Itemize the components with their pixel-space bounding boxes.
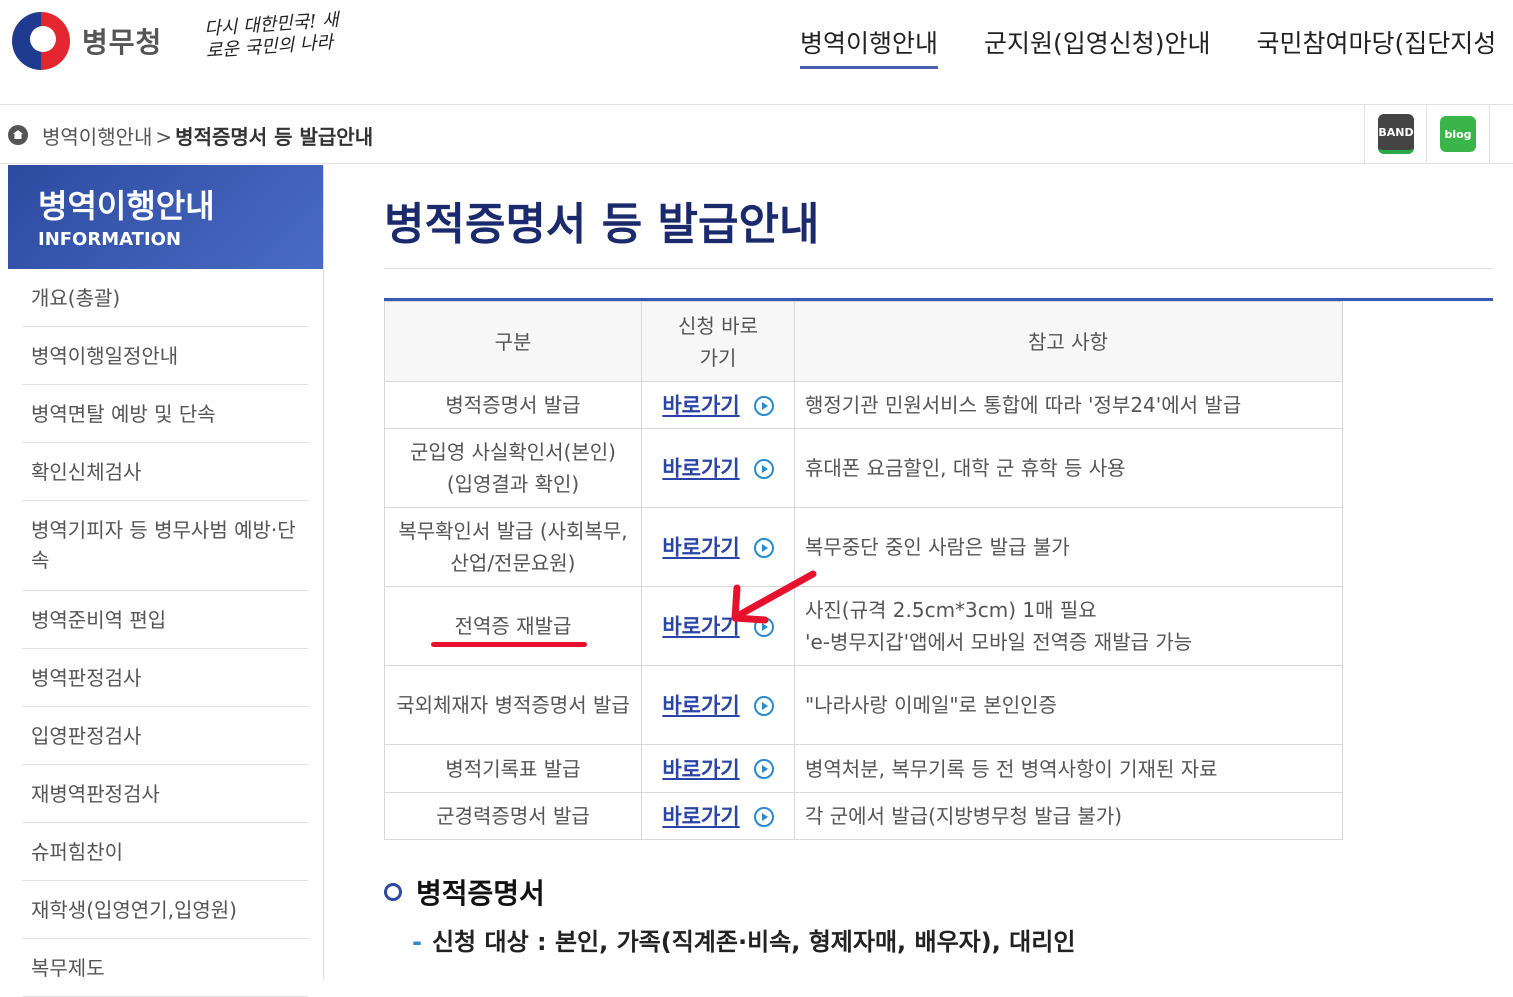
home-icon[interactable]	[8, 125, 28, 145]
sidebar-item-overview[interactable]: 개요(총괄)	[22, 269, 308, 327]
nav-item-participation[interactable]: 국민참여마당(집단지성	[1257, 24, 1497, 69]
row-note: 복무중단 중인 사람은 발급 불가	[794, 507, 1343, 587]
row-note-line2: 'e-병무지갑'앱에서 모바일 전역증 재발급 가능	[805, 630, 1193, 654]
title-divider	[384, 268, 1493, 269]
row-category: 군경력증명서 발급	[384, 792, 642, 840]
row-apply-cell: 바로가기	[641, 665, 795, 745]
row-apply-cell: 바로가기	[641, 381, 795, 429]
row-category: 국외체재자 병적증명서 발급	[384, 665, 642, 745]
row-apply-cell: 바로가기	[641, 428, 795, 508]
row-note: "나라사랑 이메일"로 본인인증	[794, 665, 1343, 745]
page-title: 병적증명서 등 발급안내	[384, 199, 820, 250]
arrow-circle-icon[interactable]	[753, 537, 774, 558]
column-header-category: 구분	[384, 301, 642, 382]
sidebar: 병역이행안내 INFORMATION 개요(총괄) 병역이행일정안내 병역면탈 …	[8, 165, 324, 997]
row-note: 행정기관 민원서비스 통합에 따라 '정부24'에서 발급	[794, 381, 1343, 429]
sidebar-item-rejudgment-exam[interactable]: 재병역판정검사	[22, 765, 308, 823]
row-note: 병역처분, 복무기록 등 전 병역사항이 기재된 자료	[794, 744, 1343, 793]
table-row: 전역증 재발급 바로가기 사진(규격 2.5cm*3cm) 1매 필요'e-병무…	[384, 586, 1343, 666]
red-underline-annotation	[431, 642, 587, 647]
row-note: 사진(규격 2.5cm*3cm) 1매 필요 'e-병무지갑'앱에서 모바일 전역…	[794, 586, 1343, 666]
sidebar-item-offender-prevention[interactable]: 병역기피자 등 병무사범 예방·단속	[22, 501, 308, 591]
issuance-table: 구분 신청 바로가기 참고 사항 병적증명서 발급 바로가기 행정기관 민원서비…	[384, 301, 1343, 840]
band-icon: BAND	[1378, 114, 1414, 154]
nav-item-enlistment[interactable]: 군지원(입영신청)안내	[984, 24, 1211, 69]
sidebar-item-schedule[interactable]: 병역이행일정안내	[22, 327, 308, 385]
sidebar-item-reserve-enrollment[interactable]: 병역준비역 편입	[22, 591, 308, 649]
shortcut-link[interactable]: 바로가기	[662, 694, 739, 718]
shortcut-link[interactable]: 바로가기	[662, 457, 739, 481]
row-note-line1: 사진(규격 2.5cm*3cm) 1매 필요	[805, 598, 1097, 622]
shortcut-link[interactable]: 바로가기	[662, 805, 739, 829]
column-header-apply-text: 신청 바로가기	[678, 313, 758, 370]
blog-share-button[interactable]: blog	[1426, 105, 1490, 163]
column-header-note: 참고 사항	[794, 301, 1343, 382]
section-item-text: 신청 대상 : 본인, 가족(직계존·비속, 형제자매, 배우자), 대리인	[431, 928, 1076, 956]
sidebar-item-super-himchani[interactable]: 슈퍼힘찬이	[22, 823, 308, 881]
arrow-circle-icon[interactable]	[753, 695, 774, 716]
row-category-text: 복무확인서 발급 (사회복무, 산업/전문요원)	[398, 519, 628, 575]
arrow-circle-icon[interactable]	[753, 806, 774, 827]
slogan: 다시 대한민국! 새로운 국민의 나라	[203, 9, 340, 62]
breadcrumb: 병역이행안내 > 병적증명서 등 발급안내	[42, 121, 373, 150]
section-item: - 신청 대상 : 본인, 가족(직계존·비속, 형제자매, 배우자), 대리인	[412, 922, 1075, 957]
row-category: 군입영 사실확인서(본인) (입영결과 확인)	[384, 428, 642, 508]
row-category: 병적증명서 발급	[384, 381, 642, 429]
section-title: 병적증명서	[384, 872, 545, 912]
column-header-apply: 신청 바로가기	[641, 301, 795, 382]
sidebar-subtitle: INFORMATION	[38, 229, 182, 250]
row-category-text: 국외체재자 병적증명서 발급	[396, 693, 630, 717]
sidebar-title: 병역이행안내	[38, 187, 215, 225]
red-arrow-annotation-icon	[731, 570, 817, 624]
breadcrumb-separator: >	[155, 125, 173, 149]
sidebar-menu: 개요(총괄) 병역이행일정안내 병역면탈 예방 및 단속 확인신체검사 병역기피…	[8, 269, 323, 997]
sidebar-item-physical-check[interactable]: 확인신체검사	[22, 443, 308, 501]
row-category-text: 군입영 사실확인서(본인) (입영결과 확인)	[410, 440, 616, 496]
row-category: 복무확인서 발급 (사회복무, 산업/전문요원)	[384, 507, 642, 587]
sidebar-item-students[interactable]: 재학생(입영연기,입영원)	[22, 881, 308, 939]
nav-item-service-guide[interactable]: 병역이행안내	[800, 24, 939, 69]
row-note: 각 군에서 발급(지방병무청 발급 불가)	[794, 792, 1343, 840]
table-row: 복무확인서 발급 (사회복무, 산업/전문요원) 바로가기 복무중단 중인 사람…	[384, 507, 1343, 587]
breadcrumb-parent[interactable]: 병역이행안내	[42, 125, 152, 149]
table-row: 국외체재자 병적증명서 발급 바로가기 "나라사랑 이메일"로 본인인증	[384, 665, 1343, 745]
sidebar-item-evasion-prevention[interactable]: 병역면탈 예방 및 단속	[22, 385, 308, 443]
row-apply-cell: 바로가기	[641, 792, 795, 840]
table-row: 군경력증명서 발급 바로가기 각 군에서 발급(지방병무청 발급 불가)	[384, 792, 1343, 840]
header: 병무청 다시 대한민국! 새로운 국민의 나라 병역이행안내 군지원(입영신청)…	[0, 0, 1513, 105]
arrow-circle-icon[interactable]	[753, 759, 774, 780]
band-share-button[interactable]: BAND	[1364, 105, 1427, 163]
sidebar-header: 병역이행안내 INFORMATION	[8, 165, 323, 269]
row-apply-cell: 바로가기	[641, 744, 795, 793]
circle-bullet-icon	[384, 883, 402, 901]
table-row: 병적증명서 발급 바로가기 행정기관 민원서비스 통합에 따라 '정부24'에서…	[384, 381, 1343, 429]
logo-text: 병무청	[82, 26, 163, 59]
dash-bullet-icon: -	[412, 928, 422, 956]
arrow-circle-icon[interactable]	[753, 395, 774, 416]
logo[interactable]: 병무청	[12, 12, 162, 70]
table-row: 병적기록표 발급 바로가기 병역처분, 복무기록 등 전 병역사항이 기재된 자…	[384, 744, 1343, 793]
sidebar-item-enlistment-exam[interactable]: 입영판정검사	[22, 707, 308, 765]
arrow-circle-icon[interactable]	[753, 458, 774, 479]
shortcut-link[interactable]: 바로가기	[662, 536, 739, 560]
global-nav: 병역이행안내 군지원(입영신청)안내 국민참여마당(집단지성	[800, 24, 1513, 69]
row-category: 전역증 재발급	[384, 586, 642, 666]
table-row: 군입영 사실확인서(본인) (입영결과 확인) 바로가기 휴대폰 요금할인, 대…	[384, 428, 1343, 508]
sidebar-item-service-system[interactable]: 복무제도	[22, 939, 308, 997]
sidebar-item-judgment-exam[interactable]: 병역판정검사	[22, 649, 308, 707]
section-title-text: 병적증명서	[416, 877, 545, 910]
row-note: 휴대폰 요금할인, 대학 군 휴학 등 사용	[794, 428, 1343, 508]
breadcrumb-current: 병적증명서 등 발급안내	[175, 125, 374, 149]
breadcrumb-bar: 병역이행안내 > 병적증명서 등 발급안내 BAND blog	[0, 105, 1513, 164]
table-header-row: 구분 신청 바로가기 참고 사항	[384, 301, 1343, 382]
shortcut-link[interactable]: 바로가기	[662, 757, 739, 781]
row-category: 병적기록표 발급	[384, 744, 642, 793]
blog-icon: blog	[1440, 116, 1476, 152]
taegeuk-logo-icon	[12, 12, 70, 70]
shortcut-link[interactable]: 바로가기	[662, 394, 739, 418]
